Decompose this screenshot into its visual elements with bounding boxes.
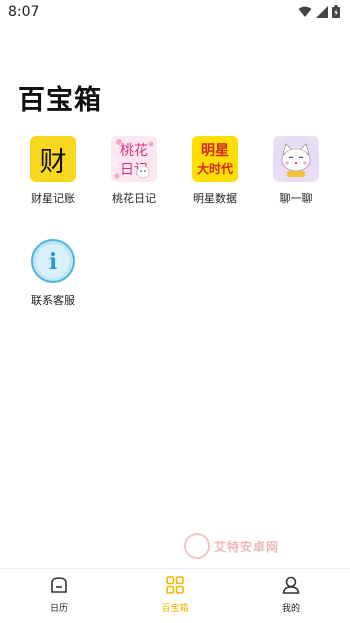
info-art: i (31, 239, 75, 283)
tool-finance-label: 财星记账 (31, 192, 75, 205)
status-bar: 8:07 (0, 0, 350, 24)
star-data-art: 明星 大时代 (192, 136, 238, 182)
tool-chat[interactable]: 聊一聊 (261, 136, 331, 206)
calendar-icon (51, 577, 67, 593)
tool-star-data-label: 明星数据 (193, 192, 237, 205)
star-data-icon: 明星 大时代 (192, 136, 238, 182)
watermark: 艾特安卓网 (184, 533, 279, 559)
peach-diary-icon: 桃花 日记 (111, 136, 157, 182)
cat-art (273, 136, 319, 182)
finance-icon: 财 (30, 136, 76, 182)
status-icons (298, 5, 340, 18)
tool-peach-diary[interactable]: 桃花 日记 桃花日记 (99, 136, 169, 206)
tab-me-label: 我的 (281, 604, 300, 614)
tool-finance[interactable]: 财 财星记账 (18, 136, 88, 206)
tab-toolbox-label: 百宝箱 (161, 604, 189, 614)
peach-diary-line1: 桃花 (120, 143, 148, 159)
tool-star-data[interactable]: 明星 大时代 明星数据 (180, 136, 250, 206)
star-data-line2: 大时代 (197, 161, 233, 176)
signal-icon (316, 5, 328, 18)
info-icon: i (30, 238, 76, 284)
status-time: 8:07 (8, 4, 40, 20)
tab-me[interactable]: 我的 (251, 575, 331, 614)
grid-icon (166, 576, 184, 594)
tab-calendar-label: 日历 (49, 604, 68, 614)
tab-calendar[interactable]: 日历 (19, 575, 99, 614)
tool-peach-diary-label: 桃花日记 (112, 192, 156, 205)
wifi-icon (298, 6, 312, 17)
watermark-text: 艾特安卓网 (214, 539, 280, 554)
finance-icon-glyph: 财 (39, 146, 67, 178)
watermark-logo-icon (184, 533, 210, 559)
user-icon (282, 576, 300, 594)
tab-toolbox[interactable]: 百宝箱 (135, 575, 215, 614)
tool-contact-service-label: 联系客服 (31, 294, 75, 307)
battery-icon (332, 5, 340, 18)
peach-diary-art: 桃花 日记 (111, 136, 157, 182)
star-data-line1: 明星 (201, 143, 229, 159)
chat-cat-icon (273, 136, 319, 182)
info-glyph: i (49, 249, 57, 275)
tool-chat-label: 聊一聊 (279, 192, 313, 205)
page-title: 百宝箱 (18, 85, 102, 116)
tool-contact-service[interactable]: i 联系客服 (18, 238, 88, 308)
bottom-tab-bar: 日历 百宝箱 我的 (0, 568, 350, 623)
